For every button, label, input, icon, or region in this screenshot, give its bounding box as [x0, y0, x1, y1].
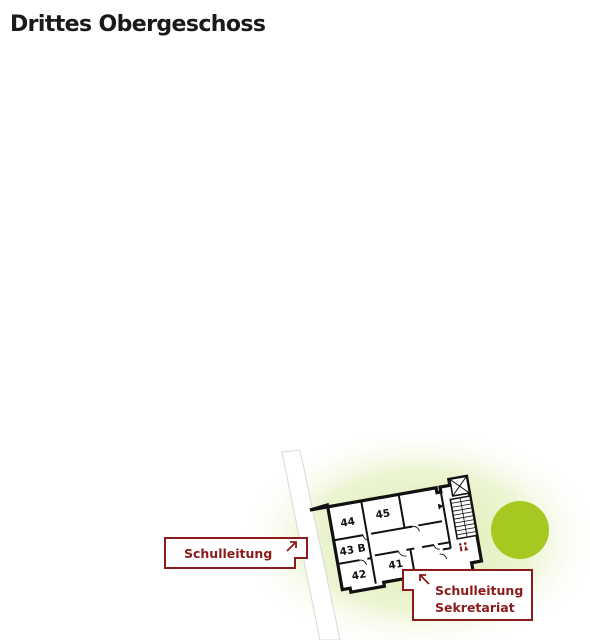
callout-schulleitung-sekretariat[interactable]: Schulleitung Sekretariat	[402, 569, 533, 621]
callout-schulleitung[interactable]: Schulleitung	[164, 537, 308, 569]
callout-schulleitung-label: Schulleitung	[184, 546, 272, 561]
callout-schulleitung-label: Schulleitung	[435, 583, 523, 598]
callout-sekretariat-label: Sekretariat	[435, 600, 515, 615]
room-41-label: 41	[388, 558, 404, 572]
tree-icon	[491, 501, 549, 559]
room-44-label: 44	[340, 515, 356, 529]
elevator-icon	[448, 475, 471, 497]
floor-plan-map: 44 45 43 B 42 41 Schulleitung Schulleitu…	[164, 425, 590, 640]
room-45-label: 45	[375, 507, 391, 521]
room-42-label: 42	[351, 568, 367, 582]
